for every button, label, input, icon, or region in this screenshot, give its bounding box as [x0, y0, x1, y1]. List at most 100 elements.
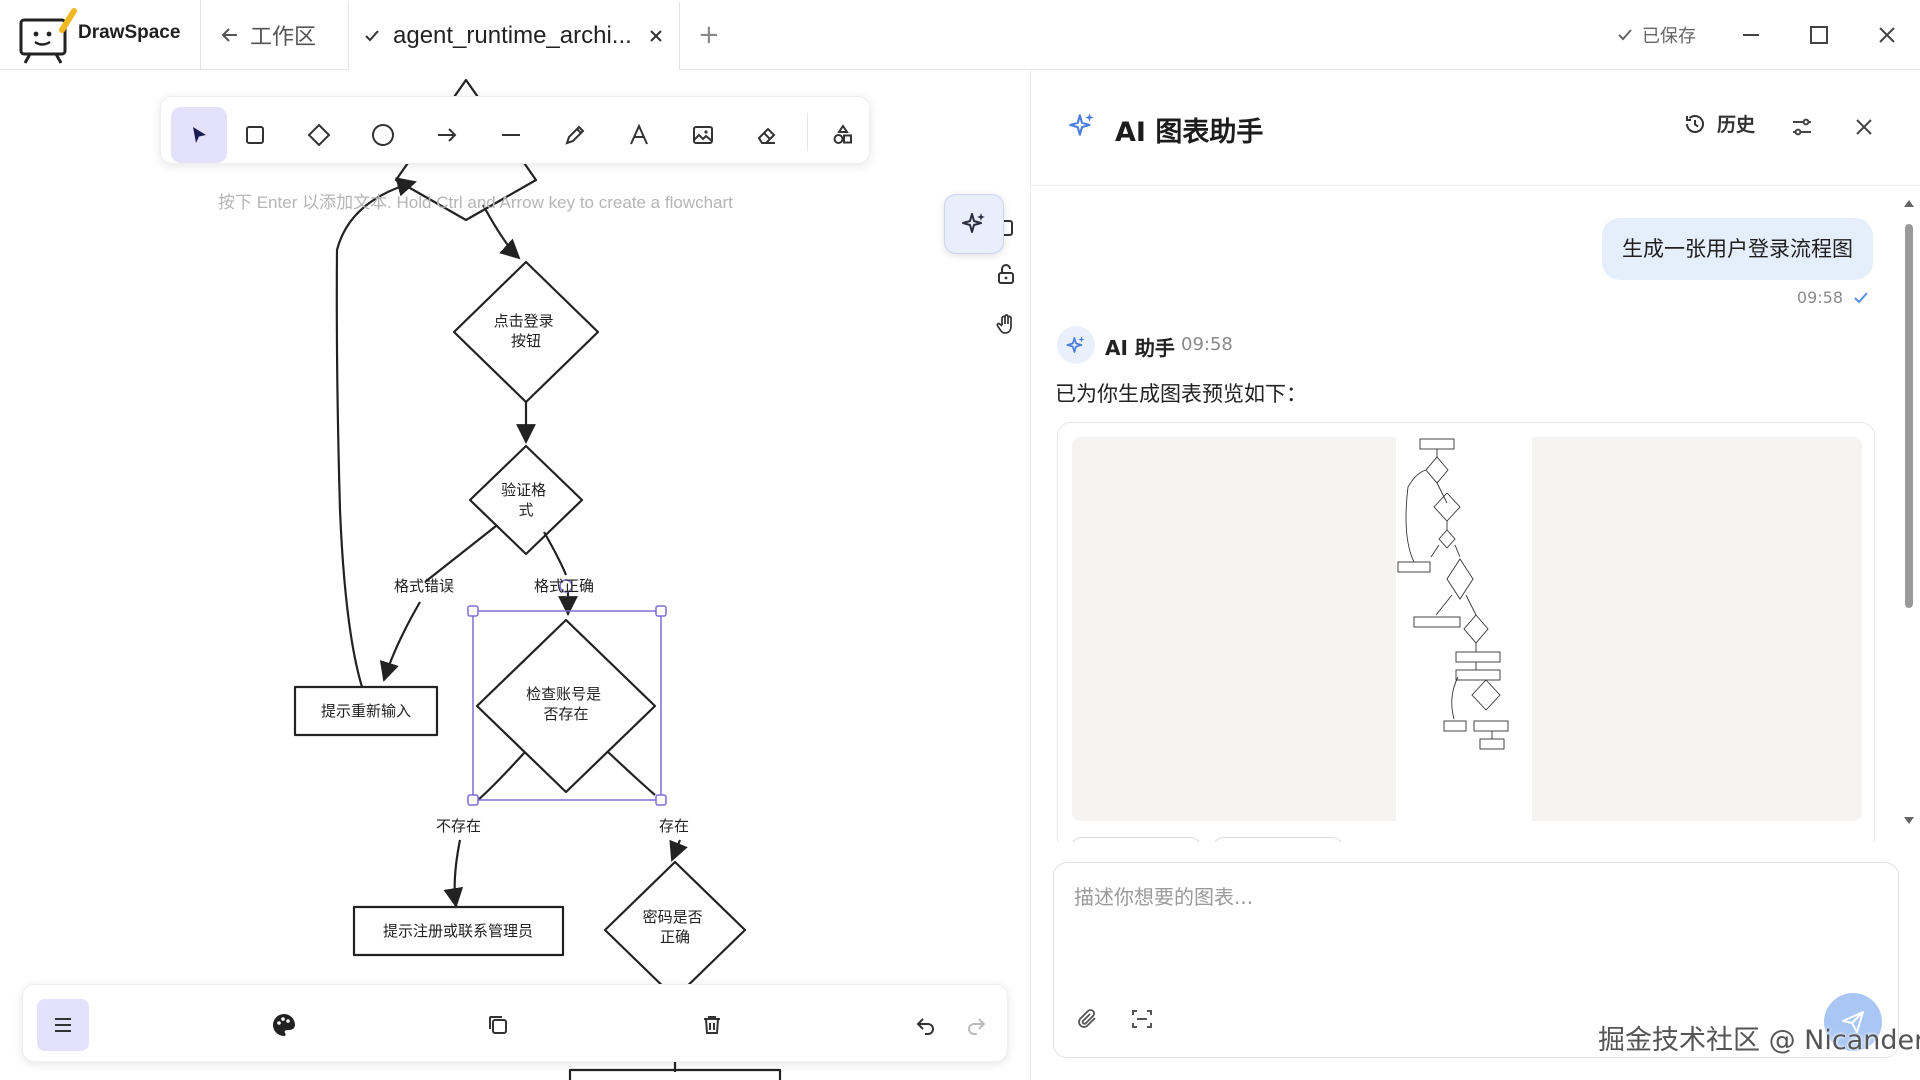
validate-line1: 验证格 — [501, 481, 546, 499]
pan-button[interactable] — [984, 302, 1028, 346]
register-prompt-label: 提示注册或联系管理员 — [383, 922, 533, 940]
toolbar-separator — [807, 113, 808, 151]
tab-active-file[interactable]: agent_runtime_archi... — [348, 2, 680, 70]
minimize-button[interactable] — [1734, 18, 1768, 52]
cursor-icon — [193, 127, 206, 143]
paperclip-icon — [1078, 1009, 1096, 1028]
ai-avatar-sparkle-icon — [1066, 336, 1085, 353]
chat-scroll-thumb[interactable] — [1905, 224, 1913, 608]
shapes-library-tool-button[interactable] — [815, 107, 871, 163]
duplicate-button[interactable] — [475, 1002, 521, 1048]
eraser-tool-button[interactable] — [739, 107, 795, 163]
scroll-down-icon[interactable] — [1901, 814, 1917, 828]
saved-status: 已保存 — [1616, 22, 1696, 48]
image-tool-button[interactable] — [675, 107, 731, 163]
scroll-up-icon[interactable] — [1901, 196, 1917, 210]
user-message-bubble: 生成一张用户登录流程图 — [1602, 218, 1873, 280]
check-icon — [365, 30, 379, 42]
drawing-canvas[interactable]: 点击登录 按钮 验证格 式 提示重新输入 检查账号是 否存在 提示注册或联系管理… — [0, 70, 1030, 1080]
rectangle-tool-button[interactable] — [227, 107, 283, 163]
history-button[interactable]: 历史 — [1683, 110, 1755, 137]
hand-icon — [996, 314, 1012, 334]
edge-label-format-error: 格式错误 — [394, 577, 454, 595]
ai-assistant-toggle[interactable] — [944, 194, 1004, 254]
ellipse-tool-button[interactable] — [355, 107, 411, 163]
circle-icon — [372, 124, 394, 146]
sent-check-icon — [1854, 291, 1868, 303]
title-divider — [200, 0, 201, 70]
lock-button[interactable] — [984, 252, 1028, 296]
trash-icon — [704, 1016, 720, 1034]
text-tool-button[interactable] — [611, 107, 667, 163]
ai-message-text: 已为你生成图表预览如下： — [1055, 382, 1307, 406]
chat-input[interactable] — [1074, 881, 1874, 971]
close-tab-icon[interactable] — [647, 27, 665, 45]
check-account-line2: 否存在 — [543, 705, 588, 723]
diagram-preview-card[interactable] — [1057, 422, 1875, 842]
shapes-icon — [833, 124, 852, 144]
delete-button[interactable] — [689, 1002, 735, 1048]
arrow-left-icon — [221, 28, 237, 42]
user-message-time: 09:58 — [1796, 288, 1843, 307]
palette-icon — [273, 1014, 295, 1036]
watermark: 掘金技术社区 @ Nicander — [1598, 1025, 1920, 1056]
ai-message-time: 09:58 — [1181, 334, 1233, 355]
flowchart[interactable]: 点击登录 按钮 验证格 式 提示重新输入 检查账号是 否存在 提示注册或联系管理… — [0, 70, 1030, 1080]
diagram-preview-image[interactable] — [1072, 437, 1862, 821]
back-to-workspace-tab[interactable]: 工作区 — [220, 16, 316, 54]
close-icon — [1856, 119, 1872, 135]
close-ai-panel-button[interactable] — [1845, 108, 1883, 146]
diamond-tool-button[interactable] — [291, 107, 347, 163]
edge-check-not-exists — [477, 751, 526, 801]
saved-check-icon — [1618, 29, 1632, 41]
ai-assistant-panel: AI 图表助手 历史 生成一张用户登录流程图 09:58 AI 助手 09:58… — [1030, 70, 1920, 1080]
screenshot-button[interactable] — [1122, 999, 1162, 1039]
drawing-toolbar — [160, 96, 870, 164]
user-message-meta: 09:58 — [1797, 288, 1869, 307]
edge-exists-to-password — [669, 839, 688, 862]
ai-settings-button[interactable] — [1783, 108, 1821, 146]
edge-label-not-exists: 不存在 — [436, 817, 481, 835]
edge-check-exists — [607, 751, 656, 796]
palette-button[interactable] — [261, 1002, 307, 1048]
retry-prompt-label: 提示重新输入 — [321, 702, 411, 720]
preview-page — [1396, 437, 1532, 821]
diamond-icon — [307, 123, 331, 147]
click-login-label: 点击登录 按钮 — [494, 312, 559, 350]
check-account-label: 检查账号是 否存在 — [526, 685, 606, 723]
arrow-right-icon — [438, 128, 457, 142]
edge-label-exists: 存在 — [659, 817, 689, 835]
saved-label: 已保存 — [1642, 26, 1696, 47]
validate-format-shape[interactable] — [468, 444, 584, 556]
redo-button[interactable] — [953, 1002, 999, 1048]
mini-flowchart-thumbnail — [1397, 438, 1509, 750]
ai-avatar — [1057, 326, 1095, 364]
ai-panel-title: AI 图表助手 — [1115, 117, 1264, 148]
password-check-label: 密码是否 正确 — [643, 908, 708, 946]
line-tool-button[interactable] — [483, 107, 539, 163]
maximize-icon — [1810, 26, 1828, 44]
undo-button[interactable] — [903, 1002, 949, 1048]
chat-messages[interactable]: 生成一张用户登录流程图 09:58 AI 助手 09:58 已为你生成图表预览如… — [1031, 186, 1920, 842]
app-name: DrawSpace — [78, 22, 181, 43]
close-window-button[interactable] — [1870, 18, 1904, 52]
history-label: 历史 — [1717, 114, 1756, 136]
add-tab-button[interactable]: + — [698, 20, 720, 50]
pencil-tool-button[interactable] — [547, 107, 603, 163]
pencil-icon — [565, 125, 585, 145]
menu-button[interactable] — [37, 999, 89, 1051]
chat-scrollbar[interactable] — [1901, 190, 1917, 840]
line-icon — [502, 134, 520, 136]
preview-action-2[interactable] — [1212, 837, 1344, 842]
copy-icon — [489, 1016, 507, 1034]
attach-button[interactable] — [1068, 999, 1108, 1039]
ai-panel-header: AI 图表助手 历史 — [1031, 70, 1920, 186]
sparkle-icon — [962, 213, 985, 233]
edge-retry-loop — [335, 177, 417, 688]
undo-icon — [916, 1018, 934, 1035]
select-tool-button[interactable] — [171, 107, 227, 163]
arrow-tool-button[interactable] — [419, 107, 475, 163]
maximize-button[interactable] — [1802, 18, 1836, 52]
rectangle-icon — [246, 126, 264, 144]
preview-action-1[interactable] — [1070, 837, 1202, 842]
